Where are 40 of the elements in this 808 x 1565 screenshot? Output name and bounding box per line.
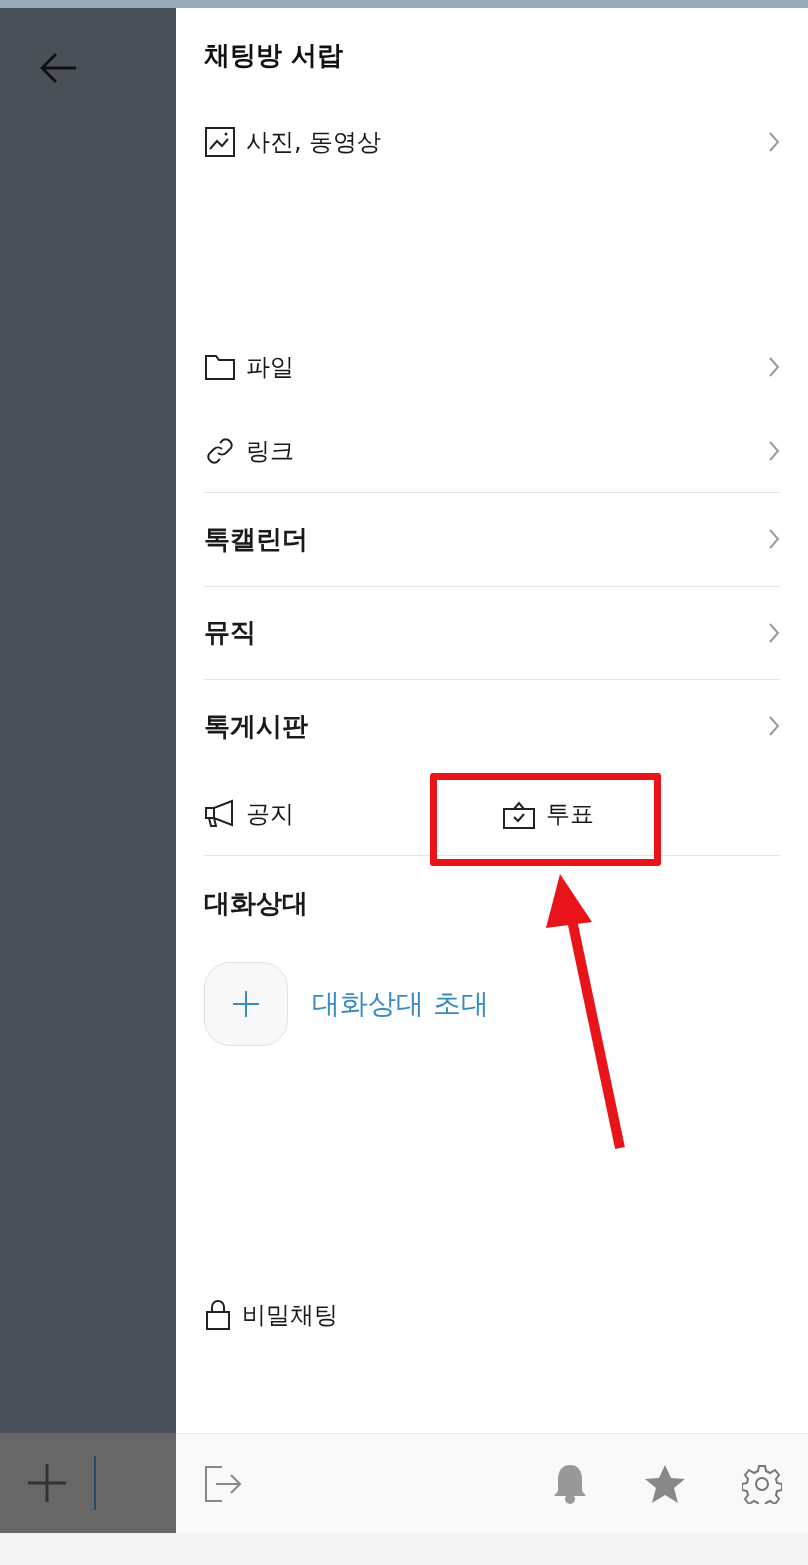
menu-label: 파일	[246, 352, 294, 383]
board-action[interactable]: 공지	[204, 797, 492, 830]
invite-item[interactable]: 대화상대 초대	[204, 962, 780, 1046]
text-cursor	[94, 1456, 96, 1510]
section-title: 대화상대	[204, 886, 308, 920]
menu-label: 링크	[246, 435, 294, 467]
drawer-menu-item[interactable]: 톡게시판	[204, 680, 780, 772]
star-icon[interactable]	[644, 1463, 686, 1504]
drawer-menu-item[interactable]: 사진, 동영상	[204, 100, 780, 184]
lock-icon	[204, 1299, 232, 1331]
drawer-menu-item[interactable]: 파일	[204, 325, 780, 409]
megaphone-icon	[204, 798, 236, 829]
board-action[interactable]: 투표	[502, 797, 702, 830]
chevron-right-icon	[768, 439, 780, 462]
image-icon	[204, 126, 236, 158]
menu-label: 톡게시판	[204, 709, 308, 743]
exit-icon[interactable]	[204, 1464, 242, 1503]
bell-icon[interactable]	[552, 1462, 588, 1505]
drawer-title: 채팅방 서랍	[204, 38, 345, 72]
settings-icon[interactable]	[742, 1463, 782, 1504]
chevron-right-icon	[768, 356, 780, 378]
drawer-menu-item[interactable]: 뮤직	[204, 586, 780, 680]
menu-label: 사진, 동영상	[246, 127, 382, 158]
chevron-right-icon	[768, 715, 780, 737]
menu-label: 뮤직	[204, 616, 256, 650]
menu-label: 비밀채팅	[242, 1300, 338, 1331]
secret-chat-item[interactable]: 비밀채팅	[204, 1275, 780, 1355]
drawer-menu-item[interactable]: 톡캘린더	[204, 493, 780, 587]
action-label: 공지	[246, 798, 294, 830]
plus-icon[interactable]	[28, 1464, 66, 1502]
invite-label: 대화상대 초대	[312, 986, 489, 1022]
menu-label: 톡캘린더	[204, 522, 308, 556]
plus-icon	[233, 991, 259, 1017]
chevron-right-icon	[768, 528, 780, 551]
chevron-right-icon	[768, 131, 780, 153]
chevron-right-icon	[768, 621, 780, 644]
drawer-menu-item[interactable]: 링크	[204, 409, 780, 493]
action-label: 투표	[546, 798, 594, 830]
back-arrow-icon[interactable]	[40, 52, 78, 84]
folder-icon	[204, 353, 236, 381]
